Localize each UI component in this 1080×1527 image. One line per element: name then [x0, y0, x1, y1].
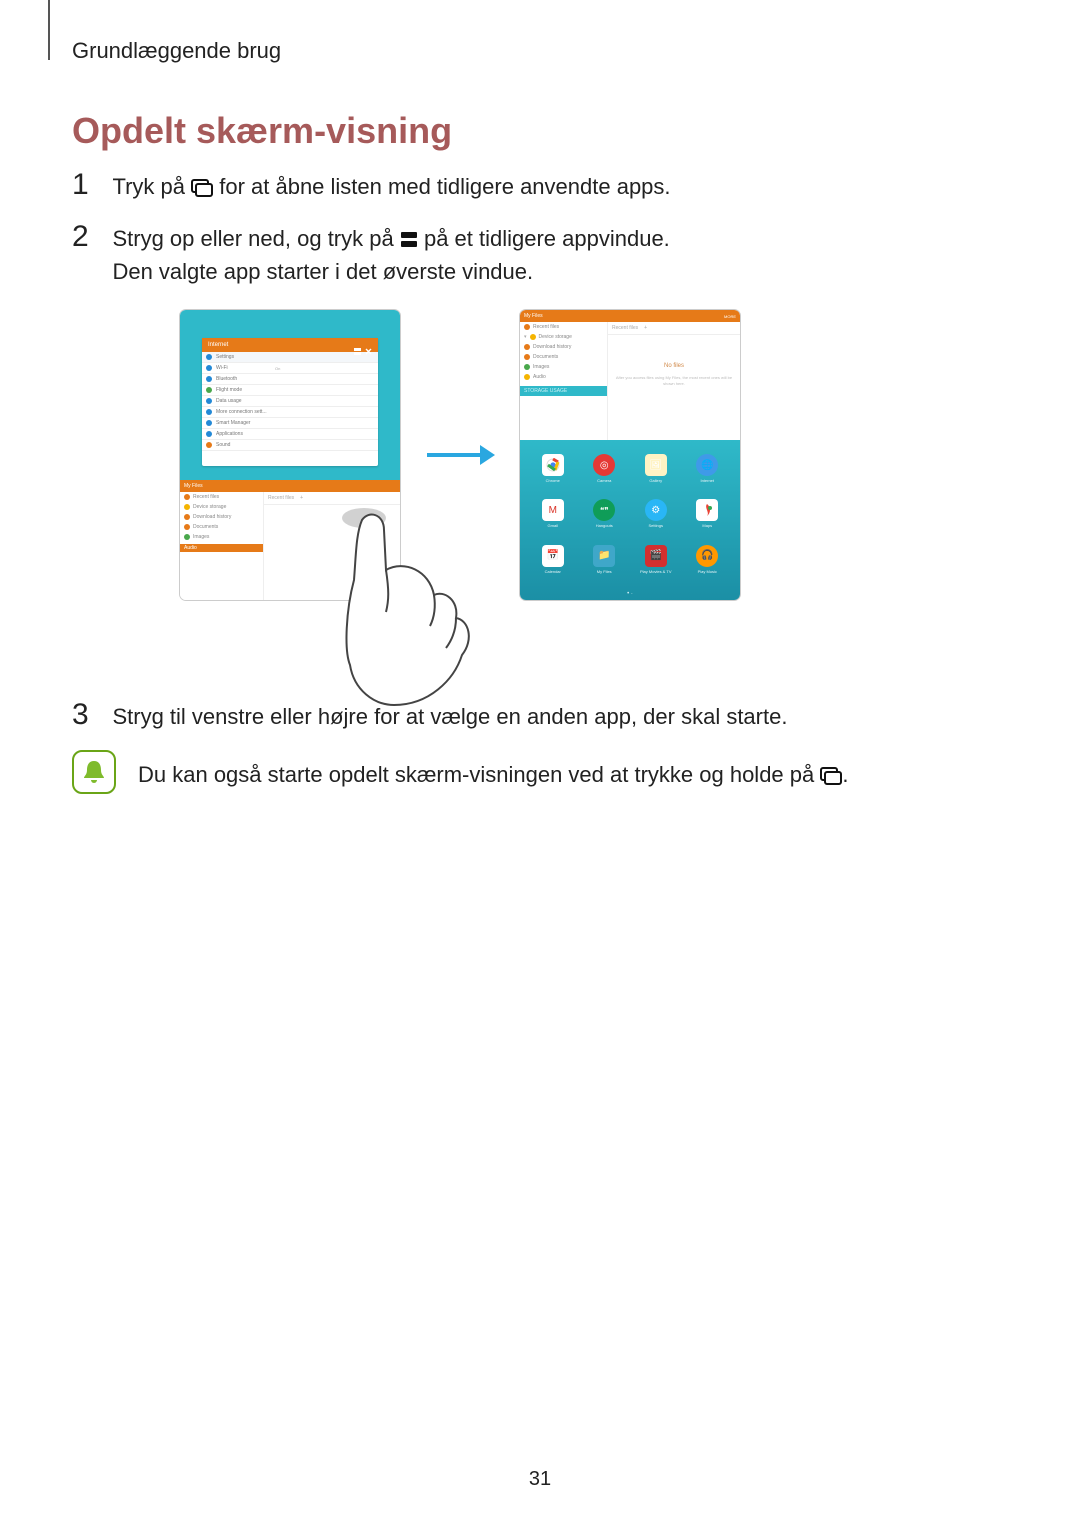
no-files-subtitle: After you access files using My Files, t… — [608, 375, 740, 386]
app-cell: Maps — [685, 499, 731, 538]
split-screen-icon — [400, 231, 418, 249]
app-cell: ⚙Settings — [633, 499, 679, 538]
task-card: Internet Settings Wi-FiOn Bluetooth Flig… — [202, 338, 378, 466]
side-row: Recent files — [180, 492, 263, 502]
recents-pane: Internet Settings Wi-FiOn Bluetooth Flig… — [180, 310, 400, 480]
side-row: Images — [180, 532, 263, 542]
arrow-icon — [425, 440, 495, 470]
illustration: Internet Settings Wi-FiOn Bluetooth Flig… — [180, 310, 920, 680]
side-row: Download history — [520, 342, 607, 352]
side-row: Recent files — [520, 322, 607, 332]
task-card-header: Internet — [202, 338, 378, 352]
step-2: 2 Stryg op eller ned, og tryk på på et t… — [72, 222, 1000, 288]
files-sidebar: Recent files ▾Device storage Download hi… — [520, 322, 608, 440]
task-card-row: Bluetooth — [202, 374, 378, 385]
step-number: 3 — [72, 700, 102, 730]
step-body: Stryg til venstre eller højre for at væl… — [112, 700, 787, 733]
files-header: My Files MORE — [520, 310, 740, 322]
side-row: Documents — [180, 522, 263, 532]
app-drawer-pane: Chrome ◎Camera 🖼Gallery 🌐Internet MGmail… — [520, 440, 740, 600]
tablet-right: My Files MORE Recent files ▾Device stora… — [520, 310, 740, 600]
task-card-row: Settings — [202, 352, 378, 363]
page-indicator: • · — [520, 591, 740, 597]
step-subtext: Den valgte app starter i det øverste vin… — [112, 259, 533, 284]
task-card-row: Smart Manager — [202, 418, 378, 429]
page-title: Opdelt skærm-visning — [72, 110, 452, 152]
app-cell: 📅Calendar — [530, 545, 576, 584]
side-row: Audio — [520, 372, 607, 382]
split-screen-icon — [354, 342, 361, 349]
side-row: ▾Device storage — [520, 332, 607, 342]
side-row: Audio — [180, 544, 263, 552]
step-number: 2 — [72, 222, 102, 252]
task-card-row: Wi-FiOn — [202, 363, 378, 374]
step-number: 1 — [72, 170, 102, 200]
tip-text: Du kan også starte opdelt skærm-visninge… — [138, 750, 849, 791]
step-text-part: for at åbne listen med tidligere anvendt… — [219, 174, 670, 199]
storage-usage: STORAGE USAGE — [520, 386, 607, 396]
recent-apps-icon — [820, 767, 842, 785]
side-row: Device storage — [180, 502, 263, 512]
app-cell: 🌐Internet — [685, 454, 731, 493]
step-text-part: på et tidligere appvindue. — [424, 226, 670, 251]
step-body: Stryg op eller ned, og tryk på på et tid… — [112, 222, 669, 288]
app-cell: 📁My Files — [582, 545, 628, 584]
files-header: My Files — [180, 480, 400, 492]
step-body: Tryk på for at åbne listen med tidligere… — [112, 170, 670, 203]
task-card-row: Applications — [202, 429, 378, 440]
step-text-part: Stryg op eller ned, og tryk på — [112, 226, 399, 251]
app-cell: 🎬Play Movies & TV — [633, 545, 679, 584]
files-main: Recent files+ No files After you access … — [608, 322, 740, 440]
task-card-row: Sound — [202, 440, 378, 451]
app-cell: MGmail — [530, 499, 576, 538]
step-3: 3 Stryg til venstre eller højre for at v… — [72, 700, 1000, 733]
task-card-row: Flight mode — [202, 385, 378, 396]
close-icon — [365, 342, 372, 349]
side-row: Images — [520, 362, 607, 372]
recent-apps-icon — [191, 179, 213, 197]
page-number: 31 — [0, 1468, 1080, 1491]
app-cell: 🖼Gallery — [633, 454, 679, 493]
no-files-title: No files — [608, 363, 740, 369]
app-cell: 🎧Play Music — [685, 545, 731, 584]
files-pane-top: My Files MORE Recent files ▾Device stora… — [520, 310, 740, 440]
step-text-part: Tryk på — [112, 174, 191, 199]
task-card-title: Internet — [208, 342, 228, 348]
app-grid: Chrome ◎Camera 🖼Gallery 🌐Internet MGmail… — [530, 454, 730, 584]
header-rule — [48, 0, 50, 60]
breadcrumb: Grundlæggende brug — [72, 38, 281, 64]
side-row: Documents — [520, 352, 607, 362]
tip-block: Du kan også starte opdelt skærm-visninge… — [72, 750, 849, 794]
app-cell: Chrome — [530, 454, 576, 493]
step-1: 1 Tryk på for at åbne listen med tidlige… — [72, 170, 1000, 203]
tip-bell-icon — [72, 750, 116, 794]
hand-gesture-icon — [334, 500, 474, 700]
app-cell: ◎Camera — [582, 454, 628, 493]
task-card-row: More connection sett... — [202, 407, 378, 418]
files-sidebar: Recent files Device storage Download his… — [180, 492, 264, 600]
app-cell: ❝❞Hangouts — [582, 499, 628, 538]
task-card-row: Data usage — [202, 396, 378, 407]
side-row: Download history — [180, 512, 263, 522]
